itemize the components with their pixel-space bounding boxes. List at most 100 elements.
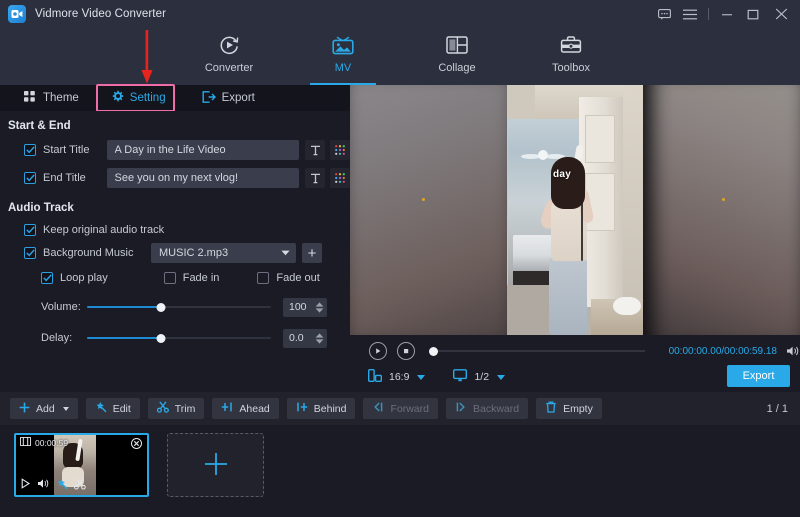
left-marker-dot xyxy=(422,198,425,201)
nav-tab-collage-label: Collage xyxy=(438,62,475,74)
nav-tab-collage[interactable]: Collage xyxy=(418,28,496,85)
clip-header: 00:00:59 xyxy=(16,435,147,451)
move-forward-button[interactable]: Forward xyxy=(363,398,438,419)
start-title-label: Start Title xyxy=(43,144,103,156)
nav-tab-toolbox[interactable]: Toolbox xyxy=(532,28,610,85)
sub-tab-theme[interactable]: Theme xyxy=(14,85,89,111)
clip-speaker-icon[interactable] xyxy=(37,478,50,492)
insert-ahead-button[interactable]: Ahead xyxy=(212,398,278,419)
chevron-down-icon xyxy=(281,247,290,259)
feedback-icon[interactable] xyxy=(651,0,677,28)
aspect-ratio-chevron-down-icon[interactable] xyxy=(417,375,425,380)
move-backward-icon xyxy=(455,401,467,416)
video-preview[interactable]: day xyxy=(350,85,800,335)
end-title-color-palette-icon[interactable] xyxy=(330,168,350,188)
quality-chevron-down-icon[interactable] xyxy=(497,375,505,380)
stop-button[interactable] xyxy=(397,342,415,360)
move-backward-button-label: Backward xyxy=(473,403,519,415)
delay-stepper[interactable]: 0.0 xyxy=(283,329,327,348)
quality-control[interactable]: 1/2 xyxy=(453,369,505,385)
volume-value: 100 xyxy=(289,301,307,313)
app-title: Vidmore Video Converter xyxy=(35,8,166,20)
mv-icon xyxy=(331,32,355,58)
close-icon[interactable] xyxy=(766,0,796,28)
edit-button[interactable]: Edit xyxy=(86,398,140,419)
start-title-color-palette-icon[interactable] xyxy=(330,140,350,160)
keep-original-audio-checkbox[interactable] xyxy=(24,224,36,236)
fade-out-checkbox[interactable] xyxy=(257,272,269,284)
clip-duration: 00:00:59 xyxy=(35,438,68,448)
gear-icon xyxy=(111,90,124,106)
background-music-checkbox[interactable] xyxy=(24,247,36,259)
preview-video-frame: day xyxy=(507,85,643,335)
volume-row: Volume: 100 xyxy=(0,296,350,318)
delay-spinner-icon[interactable] xyxy=(315,333,324,344)
edit-button-label: Edit xyxy=(113,403,131,415)
delay-slider[interactable] xyxy=(87,331,271,345)
add-button[interactable]: Add xyxy=(10,398,78,419)
add-chevron-down-icon[interactable] xyxy=(63,407,69,411)
add-music-button[interactable]: + xyxy=(302,243,322,263)
volume-spinner-icon[interactable] xyxy=(315,302,324,313)
keep-original-audio-row: Keep original audio track xyxy=(0,220,350,240)
start-title-row: Start Title xyxy=(0,138,350,162)
speaker-icon[interactable] xyxy=(786,345,800,357)
volume-stepper[interactable]: 100 xyxy=(283,298,327,317)
fade-in-label: Fade in xyxy=(183,272,220,284)
clip-item[interactable]: 00:00:59 xyxy=(14,433,149,497)
maximize-icon[interactable] xyxy=(740,0,766,28)
add-clip-slot[interactable] xyxy=(167,433,264,497)
export-button[interactable]: Export xyxy=(727,365,790,387)
minimize-icon[interactable] xyxy=(714,0,740,28)
aspect-ratio-value: 16:9 xyxy=(389,371,409,383)
sub-tab-setting[interactable]: Setting xyxy=(101,85,176,111)
delay-label: Delay: xyxy=(41,332,87,344)
fade-in-checkbox[interactable] xyxy=(164,272,176,284)
end-title-row: End Title xyxy=(0,166,350,190)
empty-button[interactable]: Empty xyxy=(536,398,602,419)
start-title-font-icon[interactable] xyxy=(305,140,325,160)
menu-icon[interactable] xyxy=(677,0,703,28)
sub-tab-export[interactable]: Export xyxy=(192,85,265,111)
scissors-icon xyxy=(157,401,169,416)
trim-button[interactable]: Trim xyxy=(148,398,205,419)
play-button[interactable] xyxy=(369,342,387,360)
vidmore-video-converter-window: Vidmore Video Converter xyxy=(0,0,800,517)
trash-icon xyxy=(545,401,557,416)
end-title-checkbox[interactable] xyxy=(24,172,36,184)
settings-panel: Start & End Start Title xyxy=(0,111,350,392)
clip-magic-wand-icon[interactable] xyxy=(56,478,68,493)
start-title-checkbox[interactable] xyxy=(24,144,36,156)
insert-ahead-icon xyxy=(221,401,233,416)
nav-tab-converter-label: Converter xyxy=(205,62,253,74)
volume-slider[interactable] xyxy=(87,300,271,314)
magic-wand-icon xyxy=(95,401,107,416)
clip-scissors-icon[interactable] xyxy=(74,478,86,493)
nav-tab-mv[interactable]: MV xyxy=(304,28,382,85)
seek-bar[interactable] xyxy=(429,344,645,358)
add-clip-plus-icon xyxy=(202,450,230,481)
audio-track-heading: Audio Track xyxy=(0,194,350,220)
move-backward-button[interactable]: Backward xyxy=(446,398,528,419)
trim-button-label: Trim xyxy=(175,403,196,415)
right-marker-dot xyxy=(722,198,725,201)
clip-play-icon[interactable] xyxy=(20,478,31,492)
background-music-select[interactable]: MUSIC 2.mp3 xyxy=(151,243,296,263)
background-music-row: Background Music MUSIC 2.mp3 + xyxy=(0,242,350,264)
insert-behind-button[interactable]: Behind xyxy=(287,398,356,419)
background-music-label: Background Music xyxy=(43,247,147,259)
start-title-input[interactable] xyxy=(107,140,300,160)
end-title-font-icon[interactable] xyxy=(305,168,325,188)
aspect-ratio-control[interactable]: 16:9 xyxy=(368,369,425,385)
audio-options-row: Loop play Fade in Fade out xyxy=(0,268,350,288)
add-music-label: + xyxy=(308,246,317,261)
volume-label: Volume: xyxy=(41,301,87,313)
remove-clip-icon[interactable] xyxy=(131,438,142,449)
page-indicator: 1 / 1 xyxy=(767,403,788,415)
background-music-value: MUSIC 2.mp3 xyxy=(159,247,228,259)
player-controls: 00:00:00.00/00:00:59.18 16:9 xyxy=(350,335,800,392)
nav-tab-converter[interactable]: Converter xyxy=(190,28,268,85)
end-title-input[interactable] xyxy=(107,168,300,188)
sub-tab-theme-label: Theme xyxy=(43,92,79,104)
loop-play-checkbox[interactable] xyxy=(41,272,53,284)
